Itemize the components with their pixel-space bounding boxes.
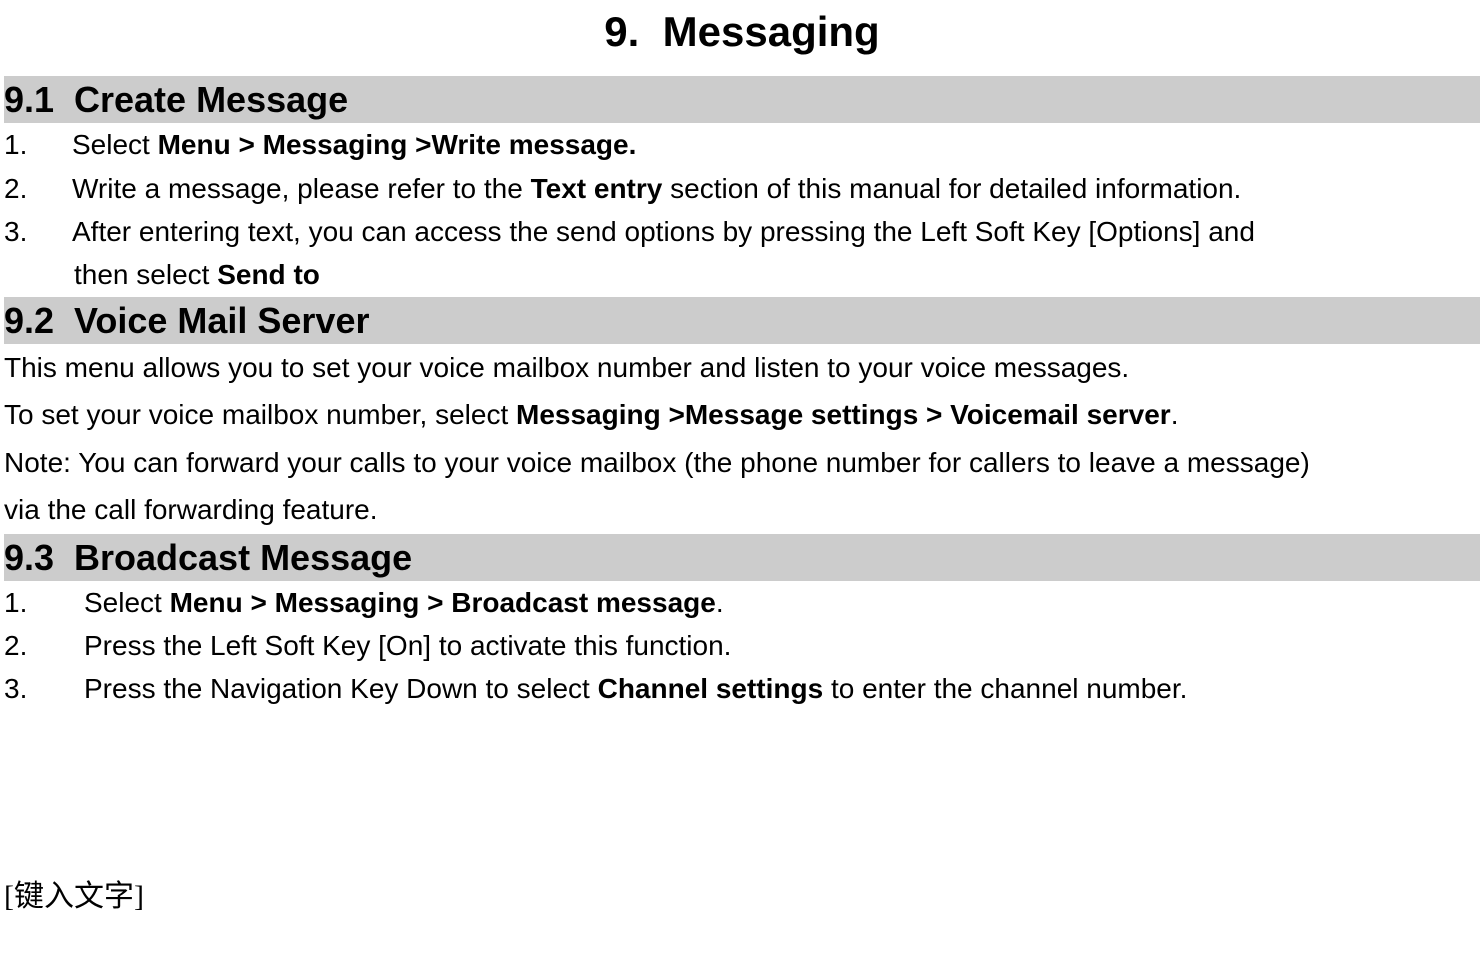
text-pre: Select — [84, 587, 170, 618]
step-row: 1. Select Menu > Messaging >Write messag… — [4, 123, 1480, 166]
text-post: . — [716, 587, 724, 618]
step-text-continuation: then select Send to — [4, 253, 1480, 296]
section-number: 9.3 — [4, 536, 74, 579]
step-text: Press the Navigation Key Down to select … — [84, 667, 1480, 710]
step-row: 2. Write a message, please refer to the … — [4, 167, 1480, 210]
text-bold: Menu > Messaging >Write message. — [158, 129, 637, 160]
step-text: Select Menu > Messaging > Broadcast mess… — [84, 581, 1480, 624]
text-bold: Menu > Messaging > Broadcast message — [170, 587, 716, 618]
step-text: Write a message, please refer to the Tex… — [72, 167, 1480, 210]
text-post: . — [1171, 399, 1179, 430]
text-pre: then select — [74, 259, 217, 290]
text-post: to enter the channel number. — [823, 673, 1187, 704]
text-pre: This menu allows you to set your voice m… — [4, 352, 1129, 383]
step-number: 3. — [4, 667, 84, 710]
step-row: 3. Press the Navigation Key Down to sele… — [4, 667, 1480, 710]
text-pre: Note: You can forward your calls to your… — [4, 447, 1310, 478]
section-title: Broadcast Message — [74, 537, 412, 578]
section-number: 9.1 — [4, 78, 74, 121]
section-number: 9.2 — [4, 299, 74, 342]
step-row: 2. Press the Left Soft Key [On] to activ… — [4, 624, 1480, 667]
step-text: Select Menu > Messaging >Write message. — [72, 123, 1480, 166]
text-pre: Select — [72, 129, 158, 160]
step-number: 2. — [4, 624, 84, 667]
text-pre: Press the Left Soft Key [On] to activate… — [84, 630, 731, 661]
step-number: 3. — [4, 210, 72, 253]
text-pre: After entering text, you can access the … — [72, 216, 1255, 247]
text-pre: Write a message, please refer to the — [72, 173, 531, 204]
chapter-title: 9. Messaging — [4, 0, 1480, 76]
step-row: 3. After entering text, you can access t… — [4, 210, 1480, 253]
paragraph: This menu allows you to set your voice m… — [4, 344, 1480, 391]
text-post: section of this manual for detailed info… — [662, 173, 1241, 204]
step-number: 1. — [4, 581, 84, 624]
section-heading-9-3: 9.3Broadcast Message — [4, 534, 1480, 581]
step-text: Press the Left Soft Key [On] to activate… — [84, 624, 1480, 667]
chapter-title-text: Messaging — [663, 8, 880, 55]
text-pre: Press the Navigation Key Down to select — [84, 673, 598, 704]
paragraph: To set your voice mailbox number, select… — [4, 391, 1480, 438]
text-bold: Channel settings — [598, 673, 824, 704]
section-heading-9-2: 9.2Voice Mail Server — [4, 297, 1480, 344]
step-number: 1. — [4, 123, 72, 166]
text-bold: Text entry — [531, 173, 663, 204]
chapter-number: 9. — [604, 8, 639, 55]
text-pre: To set your voice mailbox number, select — [4, 399, 516, 430]
document-page: 9. Messaging 9.1Create Message 1. Select… — [0, 0, 1484, 925]
text-bold: Messaging >Message settings > Voicemail … — [516, 399, 1171, 430]
step-number: 2. — [4, 167, 72, 210]
section-title: Create Message — [74, 79, 348, 120]
step-row: 1. Select Menu > Messaging > Broadcast m… — [4, 581, 1480, 624]
text-bold: Send to — [217, 259, 320, 290]
section-title: Voice Mail Server — [74, 300, 370, 341]
paragraph: Note: You can forward your calls to your… — [4, 439, 1480, 486]
footer-placeholder: [键入文字] — [4, 711, 1480, 925]
paragraph: via the call forwarding feature. — [4, 486, 1480, 533]
text-pre: via the call forwarding feature. — [4, 494, 378, 525]
section-heading-9-1: 9.1Create Message — [4, 76, 1480, 123]
step-text: After entering text, you can access the … — [72, 210, 1480, 253]
